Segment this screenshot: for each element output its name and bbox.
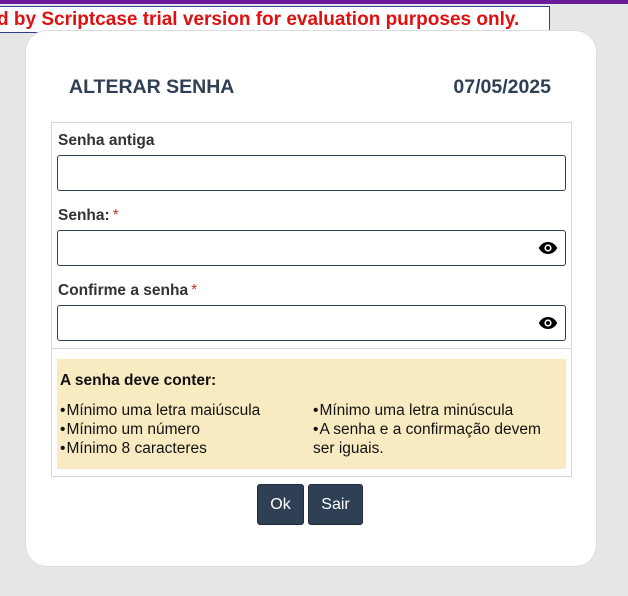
old-password-label: Senha antiga	[58, 132, 154, 150]
page-title: ALTERAR SENHA	[69, 76, 235, 98]
rule-item: A senha e a confirmação devem ser iguais…	[313, 420, 563, 458]
rule-item: Mínimo uma letra maiúscula	[60, 401, 310, 420]
eye-icon[interactable]	[538, 313, 558, 333]
rule-item: Mínimo uma letra minúscula	[313, 401, 563, 420]
rules-title: A senha deve conter:	[60, 372, 217, 389]
new-password-input[interactable]	[57, 230, 566, 266]
change-password-card: ALTERAR SENHA 07/05/2025 Senha antiga Se…	[25, 30, 597, 567]
rule-item: Mínimo 8 caracteres	[60, 439, 310, 458]
rule-item: Mínimo um número	[60, 420, 310, 439]
top-accent-strip	[0, 0, 628, 4]
trial-banner: d by Scriptcase trial version for evalua…	[0, 6, 550, 33]
required-mark: *	[112, 207, 119, 224]
old-password-input[interactable]	[57, 155, 566, 191]
confirm-password-label: Confirme a senha *	[58, 282, 197, 300]
form-divider	[52, 348, 571, 349]
page-date: 07/05/2025	[453, 76, 551, 98]
rules-list-right: Mínimo uma letra minúscula A senha e a c…	[313, 401, 563, 458]
exit-button[interactable]: Sair	[308, 484, 363, 525]
password-form: Senha antiga Senha:* Confirme a senha*	[51, 122, 572, 477]
password-rules-box: A senha deve conter: Mínimo uma letra ma…	[57, 359, 566, 469]
required-mark: *	[191, 282, 198, 299]
new-password-label: Senha: *	[58, 207, 119, 225]
ok-button[interactable]: Ok	[257, 484, 304, 525]
eye-icon[interactable]	[538, 238, 558, 258]
confirm-password-label-text: Confirme a senha	[58, 282, 189, 299]
rules-list-left: Mínimo uma letra maiúscula Mínimo um núm…	[60, 401, 310, 458]
old-password-label-text: Senha antiga	[58, 132, 155, 149]
confirm-password-input[interactable]	[57, 305, 566, 341]
new-password-label-text: Senha:	[58, 207, 110, 224]
